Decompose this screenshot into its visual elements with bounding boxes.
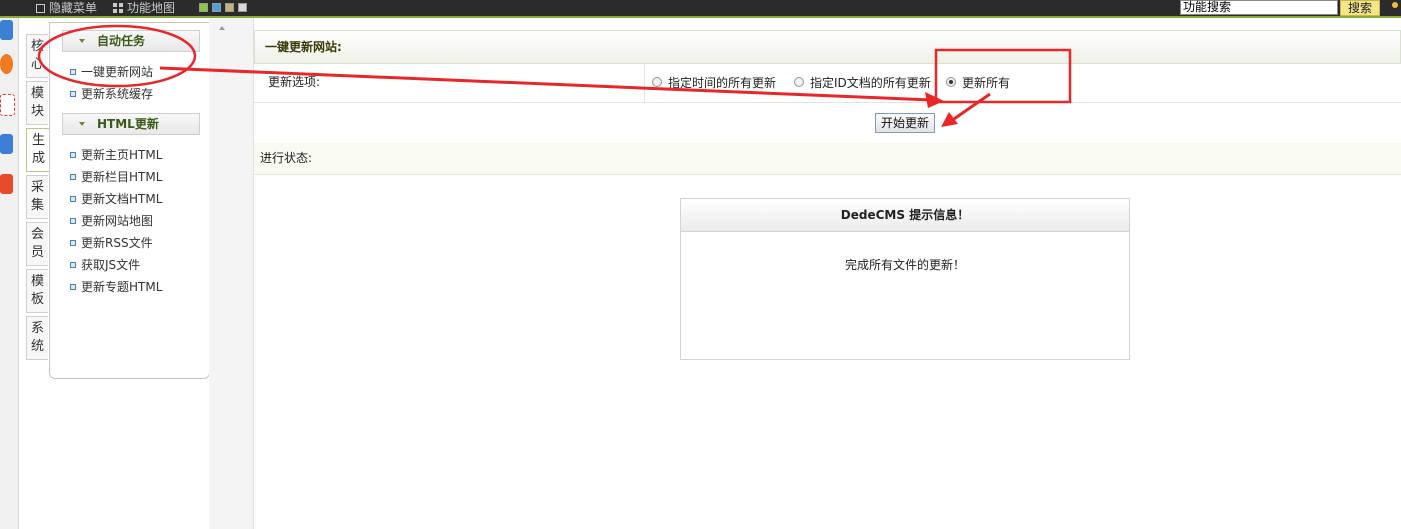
function-search-input[interactable]: 功能搜索 bbox=[1180, 0, 1338, 15]
tab-template[interactable]: 模板 bbox=[26, 269, 48, 313]
update-options-label: 更新选项: bbox=[268, 75, 321, 89]
left-menu: 自动任务 一键更新网站 更新系统缓存 HTML更新 更新主页HTML 更新栏目H… bbox=[49, 22, 210, 379]
radio-time-updates[interactable]: 指定时间的所有更新 bbox=[652, 64, 776, 100]
tab-module[interactable]: 模块 bbox=[26, 81, 48, 125]
collapse-icon bbox=[79, 122, 85, 126]
main-content: 一键更新网站: 更新选项: 指定时间的所有更新 指定ID文档的所有更新 更新所有… bbox=[254, 18, 1401, 529]
menu-group-auto-task[interactable]: 自动任务 bbox=[62, 30, 200, 52]
bullet-icon bbox=[70, 91, 76, 97]
app-icon-blue[interactable] bbox=[0, 20, 13, 40]
page-title: 一键更新网站: bbox=[254, 30, 1401, 64]
bullet-icon bbox=[70, 69, 76, 75]
menu-item-update-rss[interactable]: 更新RSS文件 bbox=[70, 234, 153, 252]
grid-icon bbox=[113, 3, 123, 13]
message-body: 完成所有文件的更新！ bbox=[844, 258, 965, 272]
radio-update-all[interactable]: 更新所有 bbox=[946, 64, 1010, 100]
menu-item-update-column[interactable]: 更新栏目HTML bbox=[70, 168, 162, 186]
status-row: 进行状态: bbox=[254, 142, 1401, 175]
menu-item-get-js[interactable]: 获取JS文件 bbox=[70, 256, 140, 274]
message-title: DedeCMS 提示信息！ bbox=[681, 199, 1129, 232]
top-toolbar: 隐藏菜单 功能地图 功能搜索 搜索 bbox=[0, 0, 1401, 18]
tab-generate[interactable]: 生成 bbox=[26, 128, 50, 172]
tab-system[interactable]: 系统 bbox=[26, 316, 48, 360]
theme-swatch-tan[interactable] bbox=[225, 3, 234, 12]
app-icon-orange[interactable] bbox=[0, 174, 13, 194]
column-divider bbox=[644, 64, 645, 102]
function-map-button[interactable]: 功能地图 bbox=[113, 0, 175, 16]
theme-swatch-gray[interactable] bbox=[238, 3, 247, 12]
radio-button[interactable] bbox=[652, 77, 662, 87]
radio-id-updates[interactable]: 指定ID文档的所有更新 bbox=[794, 64, 931, 100]
bullet-icon bbox=[70, 152, 76, 158]
collapse-icon bbox=[79, 39, 85, 43]
frame-divider[interactable] bbox=[209, 18, 254, 529]
bullet-icon bbox=[70, 196, 76, 202]
menu-item-update-cache[interactable]: 更新系统缓存 bbox=[70, 85, 153, 103]
menu-item-one-click-update[interactable]: 一键更新网站 bbox=[70, 63, 153, 81]
bullet-icon bbox=[70, 262, 76, 268]
bullet-icon bbox=[70, 284, 76, 290]
status-label: 进行状态: bbox=[260, 151, 313, 165]
app-icon-weibo[interactable] bbox=[0, 54, 13, 74]
tab-core[interactable]: 核心 bbox=[26, 34, 48, 78]
desktop-icon-strip bbox=[0, 18, 19, 529]
menu-group-html-update[interactable]: HTML更新 bbox=[62, 113, 200, 135]
bullet-icon bbox=[70, 240, 76, 246]
menu-item-update-topic[interactable]: 更新专题HTML bbox=[70, 278, 162, 296]
app-icon-red[interactable] bbox=[0, 94, 15, 116]
update-options-row: 更新选项: 指定时间的所有更新 指定ID文档的所有更新 更新所有 bbox=[254, 64, 1401, 103]
radio-button-checked[interactable] bbox=[946, 77, 956, 87]
tab-member[interactable]: 会员 bbox=[26, 222, 48, 266]
tab-collect[interactable]: 采集 bbox=[26, 175, 48, 219]
theme-swatch-blue[interactable] bbox=[212, 3, 221, 12]
radio-button[interactable] bbox=[794, 77, 804, 87]
function-map-label: 功能地图 bbox=[127, 1, 176, 15]
bullet-icon bbox=[70, 218, 76, 224]
start-row: 开始更新 bbox=[254, 102, 1401, 143]
hide-menu-label: 隐藏菜单 bbox=[49, 1, 98, 15]
bullet-icon bbox=[70, 174, 76, 180]
hide-menu-icon bbox=[36, 3, 45, 13]
menu-item-update-docs[interactable]: 更新文档HTML bbox=[70, 190, 162, 208]
app-icon-qq[interactable] bbox=[0, 134, 13, 154]
search-button[interactable]: 搜索 bbox=[1340, 0, 1380, 16]
menu-item-update-home[interactable]: 更新主页HTML bbox=[70, 146, 162, 164]
menu-item-update-sitemap[interactable]: 更新网站地图 bbox=[70, 212, 153, 230]
signal-icon bbox=[1392, 2, 1398, 8]
message-box: DedeCMS 提示信息！ 完成所有文件的更新！ bbox=[680, 198, 1130, 360]
hide-menu-button[interactable]: 隐藏菜单 bbox=[36, 0, 97, 16]
scroll-up-icon[interactable] bbox=[219, 26, 225, 30]
start-update-button[interactable]: 开始更新 bbox=[875, 113, 935, 133]
theme-swatch-green[interactable] bbox=[199, 3, 208, 12]
